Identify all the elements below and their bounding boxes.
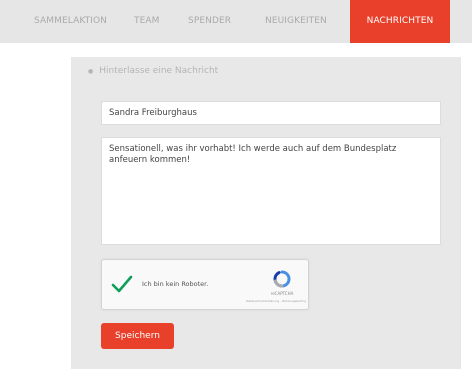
leave-message-label: Hinterlasse eine Nachricht: [99, 66, 219, 76]
recaptcha-label: Ich bin kein Roboter.: [142, 280, 209, 288]
checkmark-icon[interactable]: [111, 273, 133, 295]
tab-bar: Sammelaktion Team Spender Neuigkeiten Na…: [0, 0, 472, 43]
message-textarea[interactable]: Sensationell, was ihr vorhabt! Ich werde…: [101, 137, 441, 245]
message-form-panel: ● Hinterlasse eine Nachricht Sensationel…: [71, 57, 461, 369]
name-input[interactable]: [101, 101, 441, 125]
recaptcha-widget: Ich bin kein Roboter. reCAPTCHA Datensch…: [101, 259, 309, 310]
tab-nachrichten[interactable]: Nachrichten: [350, 0, 450, 43]
save-button[interactable]: Speichern: [101, 323, 174, 349]
tab-neuigkeiten[interactable]: Neuigkeiten: [265, 0, 327, 43]
recaptcha-terms[interactable]: Datenschutzerklärung · Nutzungsbedingung…: [246, 299, 306, 303]
tab-sammelaktion[interactable]: Sammelaktion: [34, 0, 107, 43]
recaptcha-logo-icon: [273, 270, 291, 288]
bullet-icon: ●: [88, 67, 94, 75]
tab-spender[interactable]: Spender: [188, 0, 231, 43]
tab-team[interactable]: Team: [134, 0, 160, 43]
recaptcha-brand: reCAPTCHA: [270, 291, 294, 296]
leave-message-toggle[interactable]: ● Hinterlasse eine Nachricht: [88, 66, 218, 76]
